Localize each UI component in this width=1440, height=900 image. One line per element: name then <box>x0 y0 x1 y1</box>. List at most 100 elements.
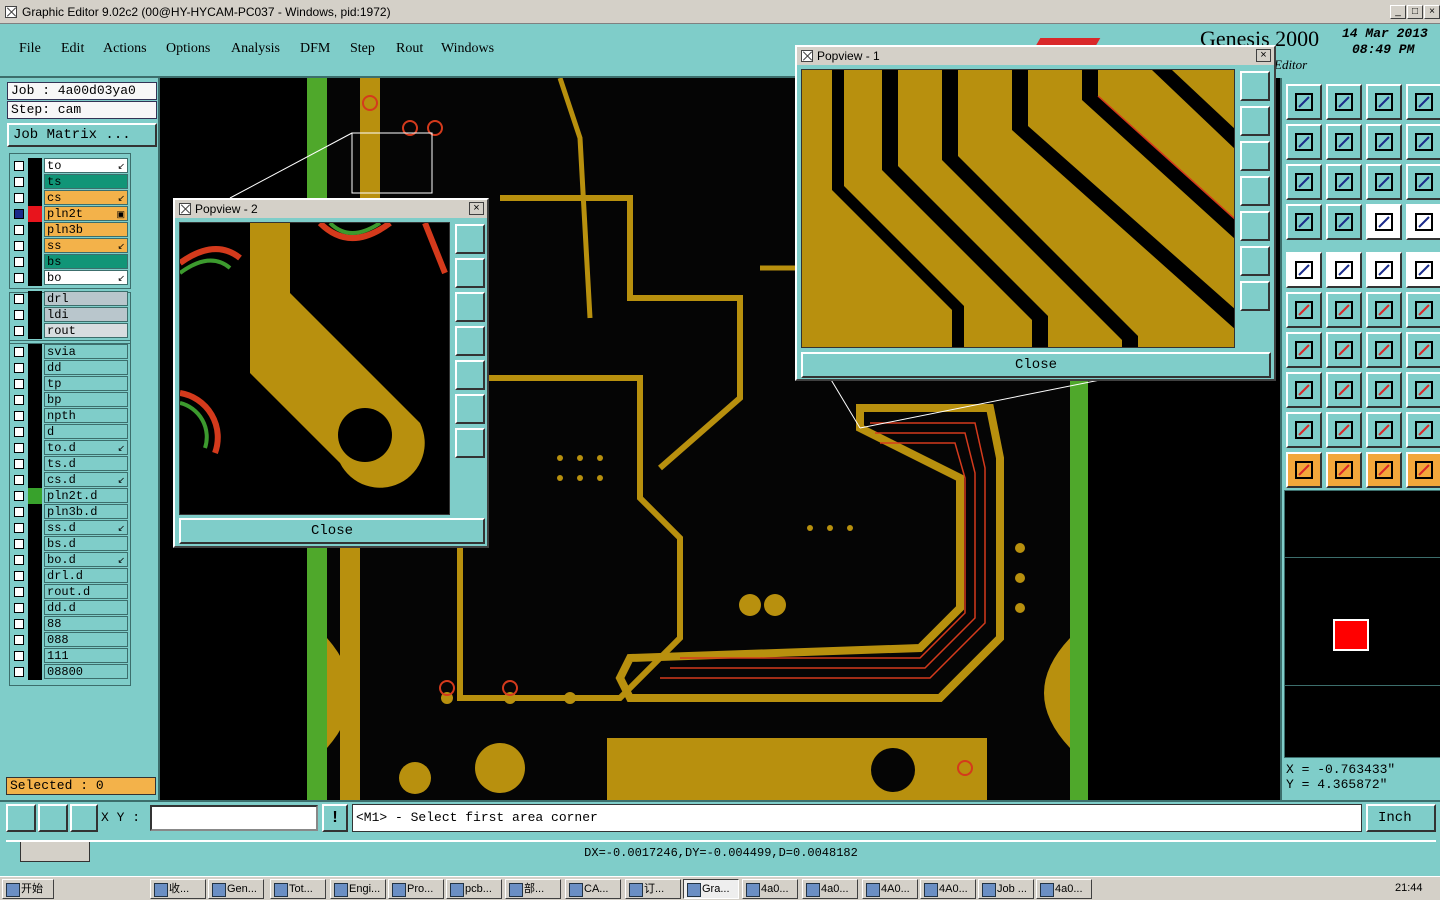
layer-name[interactable]: ts.d <box>44 456 128 471</box>
layer-name[interactable]: 08800 <box>44 664 128 679</box>
layer-name[interactable]: ss ↙ <box>44 238 128 253</box>
taskbar-item[interactable]: Engi... <box>330 879 386 899</box>
popview-2-pan-left-button[interactable] <box>455 326 485 356</box>
layer-checkbox[interactable] <box>14 427 24 437</box>
menu-rout[interactable]: Rout <box>396 41 423 57</box>
popview-2-zoom-in-button[interactable] <box>455 394 485 424</box>
layer-checkbox[interactable] <box>14 443 24 453</box>
layer-row-pln2t-d[interactable]: pln2t.d <box>12 488 128 504</box>
copy-icon[interactable] <box>1406 292 1440 328</box>
popview-2-pan-up-button[interactable] <box>455 258 485 288</box>
layer-row-ss-d[interactable]: ss.d ↙ <box>12 520 128 536</box>
select-box-icon[interactable] <box>1326 452 1362 488</box>
fill-icon[interactable] <box>1326 252 1362 288</box>
menu-windows[interactable]: Windows <box>441 41 494 57</box>
layer-row-npth[interactable]: npth <box>12 408 128 424</box>
layer-props-icon[interactable] <box>1406 204 1440 240</box>
layer-row-cs-d[interactable]: cs.d ↙ <box>12 472 128 488</box>
popview-2-zoom-fit-button[interactable] <box>455 224 485 254</box>
menu-step[interactable]: Step <box>350 41 375 57</box>
group-icon[interactable] <box>1406 372 1440 408</box>
triangle-a-icon[interactable] <box>1326 412 1362 448</box>
popview-1-zoom-fit-button[interactable] <box>1240 71 1270 101</box>
taskbar-item[interactable]: Gen... <box>208 879 264 899</box>
redraw-icon[interactable] <box>1406 124 1440 160</box>
layer-row-to-d[interactable]: to.d ↙ <box>12 440 128 456</box>
popview-1-canvas[interactable] <box>801 69 1235 348</box>
popview-2-close-x[interactable]: × <box>469 202 484 215</box>
layer-name[interactable]: to ↙ <box>44 158 128 173</box>
menu-file[interactable]: File <box>19 41 41 57</box>
layer-row-bp[interactable]: bp <box>12 392 128 408</box>
window-icon[interactable] <box>1406 84 1440 120</box>
layer-checkbox[interactable] <box>14 411 24 421</box>
layer-checkbox[interactable] <box>14 209 24 219</box>
layer-checkbox[interactable] <box>14 539 24 549</box>
layer-checkbox[interactable] <box>14 347 24 357</box>
popview-1-zoom-out-button[interactable] <box>1240 281 1270 311</box>
layer-checkbox[interactable] <box>14 225 24 235</box>
line-icon[interactable] <box>1286 332 1322 368</box>
open-icon[interactable] <box>1286 84 1322 120</box>
taskbar-item[interactable]: 部... <box>505 879 561 899</box>
taskbar-item[interactable]: 订... <box>625 879 681 899</box>
layer-name[interactable]: tp <box>44 376 128 391</box>
zoom-prev-icon[interactable] <box>1286 124 1322 160</box>
layer-name[interactable]: dd.d <box>44 600 128 615</box>
layer-row-88[interactable]: 88 <box>12 616 128 632</box>
layer-name[interactable]: pln3b.d <box>44 504 128 519</box>
menu-dfm[interactable]: DFM <box>300 41 330 57</box>
layer-name[interactable]: ldi <box>44 307 128 322</box>
layer-checkbox[interactable] <box>14 651 24 661</box>
layer-row-088[interactable]: 088 <box>12 632 128 648</box>
layer-checkbox[interactable] <box>14 555 24 565</box>
layer-checkbox[interactable] <box>14 161 24 171</box>
layer-name[interactable]: ss.d ↙ <box>44 520 128 535</box>
popview-1-zoom-in-button[interactable] <box>1240 246 1270 276</box>
job-matrix-button[interactable]: Job Matrix ... <box>7 123 157 147</box>
ruler-icon[interactable] <box>1366 252 1402 288</box>
close-window-button[interactable]: × <box>1424 5 1440 19</box>
layer-name[interactable]: npth <box>44 408 128 423</box>
select-rotate-icon[interactable] <box>1366 452 1402 488</box>
layer-row-bs[interactable]: bs <box>12 254 128 270</box>
layer-checkbox[interactable] <box>14 507 24 517</box>
layer-name[interactable]: 88 <box>44 616 128 631</box>
taskbar-item[interactable]: Job ... <box>978 879 1034 899</box>
taskbar-item[interactable]: CA... <box>565 879 621 899</box>
layer-checkbox[interactable] <box>14 310 24 320</box>
layer-checkbox[interactable] <box>14 294 24 304</box>
layer-row-pln2t[interactable]: pln2t ▣ <box>12 206 128 222</box>
taskbar-item[interactable]: Gra... <box>683 879 739 899</box>
layer-row-ts[interactable]: ts <box>12 174 128 190</box>
layer-checkbox[interactable] <box>14 193 24 203</box>
popview-1-pan-up-button[interactable] <box>1240 106 1270 136</box>
layer-checkbox[interactable] <box>14 571 24 581</box>
layer-row-drl[interactable]: drl <box>12 291 128 307</box>
taskbar-item[interactable]: pcb... <box>446 879 502 899</box>
mirror-icon[interactable] <box>1406 332 1440 368</box>
start-button[interactable]: 开始 <box>2 879 54 899</box>
grid-mode-icon[interactable] <box>70 804 98 832</box>
layer-row-to[interactable]: to ↙ <box>12 158 128 174</box>
layer-name[interactable]: pln3b <box>44 222 128 237</box>
layer-name[interactable]: rout <box>44 323 128 338</box>
layer-name[interactable]: bs <box>44 254 128 269</box>
xy-input[interactable] <box>150 805 318 831</box>
layer-row-ts-d[interactable]: ts.d <box>12 456 128 472</box>
layer-checkbox[interactable] <box>14 667 24 677</box>
layer-checkbox[interactable] <box>14 619 24 629</box>
layer-name[interactable]: bs.d <box>44 536 128 551</box>
layer-name[interactable]: cs ↙ <box>44 190 128 205</box>
triangle-icon[interactable] <box>1286 412 1322 448</box>
add-pad-icon[interactable] <box>1286 372 1322 408</box>
layer-name[interactable]: drl <box>44 291 128 306</box>
menu-actions[interactable]: Actions <box>103 41 147 57</box>
layer-name[interactable]: bp <box>44 392 128 407</box>
taskbar-item[interactable]: 4A0... <box>920 879 976 899</box>
snap-settings-icon[interactable] <box>1286 204 1322 240</box>
units-selector[interactable]: Inch <box>1366 804 1436 832</box>
popview-2-zoom-out-button[interactable] <box>455 428 485 458</box>
layer-row-08800[interactable]: 08800 <box>12 664 128 680</box>
select-path-icon[interactable] <box>1406 452 1440 488</box>
